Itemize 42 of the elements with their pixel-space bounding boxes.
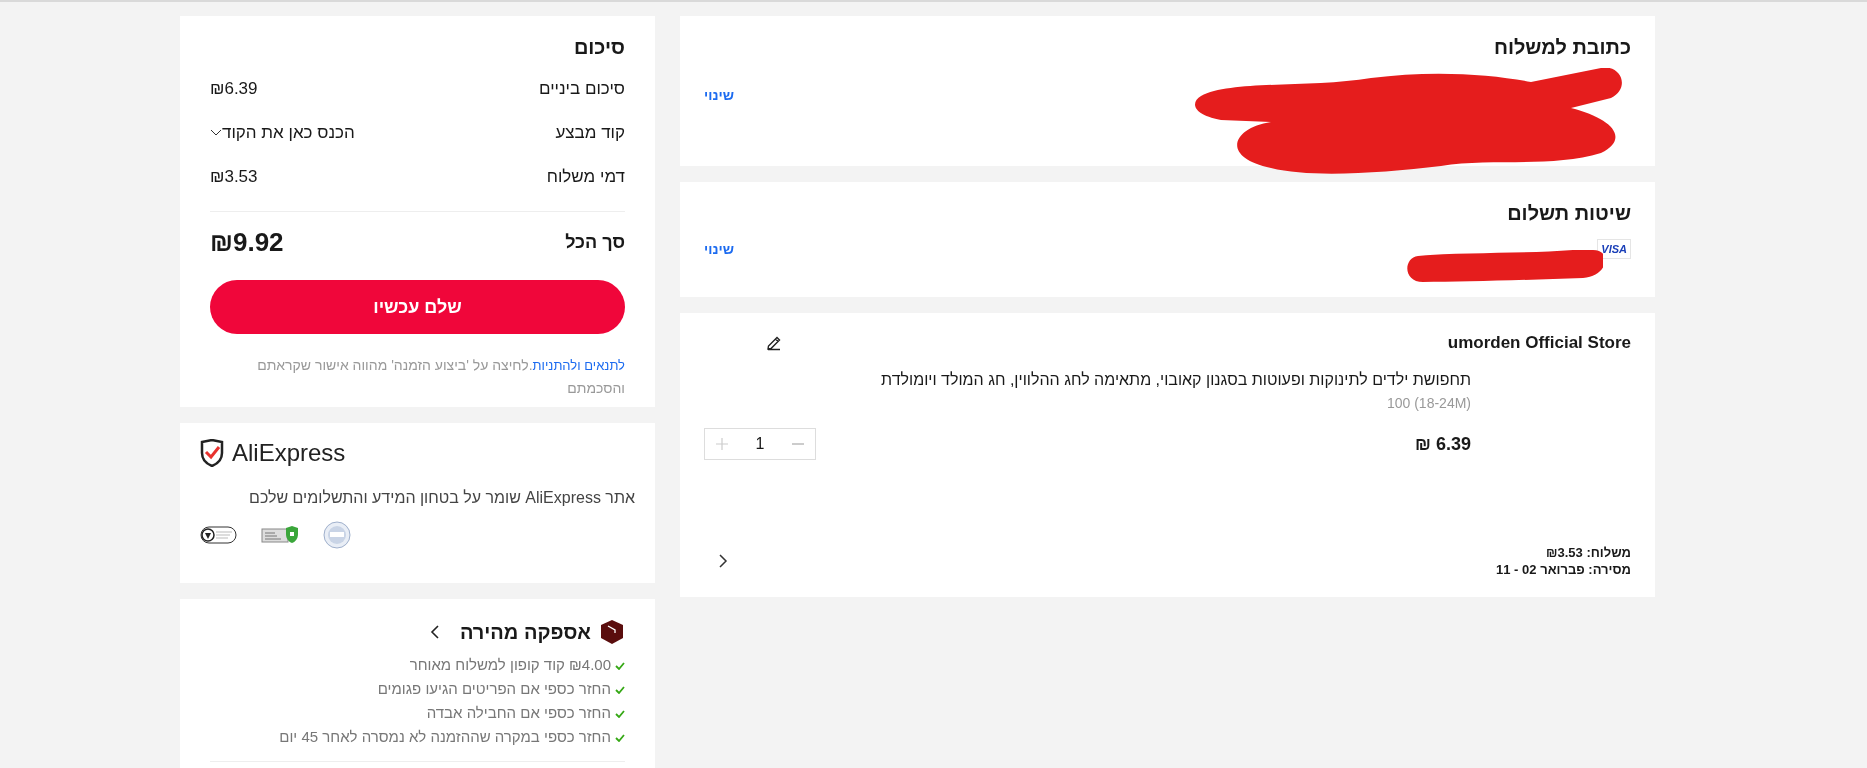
section-title: אספקה מהירה [459,620,591,644]
store-name[interactable]: umorden Official Store [1447,333,1631,353]
total-label: סך הכל [565,231,625,253]
ssl-badge-icon [261,526,299,544]
box-icon [599,619,625,645]
summary-value: ₪6.39 [210,79,258,99]
caret-down-icon[interactable] [210,129,222,137]
quantity-value: 1 [754,435,766,453]
total-value: ₪9.92 [210,226,284,258]
change-link[interactable]: שינוי [704,241,734,257]
certification-badge-icon [200,526,237,544]
section-title: כתובת למשלוח [1492,36,1631,59]
check-icon [615,686,625,695]
chevron-left-icon[interactable] [429,625,440,639]
benefit-text: החזר כספי במקרה שההזמנה לא נמסרה לאחר 45 יום [279,728,611,745]
summary-label: קוד מבצע [555,123,625,143]
terms-text: לתנאים ולהתניות.לחיצה על 'ביצוע הזמנה' מהווה אישור שקראתם והסכמתם [256,356,625,398]
benefit-text: החזר כספי אם החבילה אבדה [426,704,611,721]
change-link[interactable]: שינוי [704,87,734,103]
edit-icon[interactable] [766,335,782,351]
terms-link[interactable]: לתנאים ולהתניות [532,358,625,373]
section-title: שיטות תשלום [1506,202,1631,225]
check-icon [615,662,625,671]
section-title: סיכום [572,36,625,59]
product-price: ₪ 6.39 [1415,433,1471,455]
iso-seal-icon [323,521,351,549]
delivery-info: מסירה: פברואר 02 - 11 [1496,562,1631,577]
coupon-field[interactable]: הכנס כאן את הקוד [222,123,355,143]
product-title[interactable]: תחפושת ילדים לתינוקות ופעוטות בסגנון קאובוי, מתאימה לחג ההלווין, חג המולד ויומולדת [704,371,1471,389]
shield-check-icon [200,439,224,467]
pay-now-button[interactable]: שלם עכשיו [210,280,625,334]
summary-value: ₪3.53 [210,167,258,187]
check-icon [615,710,625,719]
summary-label: דמי משלוח [546,167,625,187]
product-variant: 100 (18-24M) [1386,395,1471,411]
security-text: אתר AliExpress שומר על בטחון המידע והתשלומים שלכם [248,489,635,507]
aliexpress-logo: AliExpress [232,439,346,467]
benefit-text: ₪4.00 קוד קופון למשלוח מאוחר [409,656,611,673]
check-icon [615,734,625,743]
benefit-text: החזר כספי אם הפריטים הגיעו פגומים [377,680,611,697]
summary-label: סיכום ביניים [538,79,625,99]
chevron-right-icon[interactable] [718,554,728,568]
